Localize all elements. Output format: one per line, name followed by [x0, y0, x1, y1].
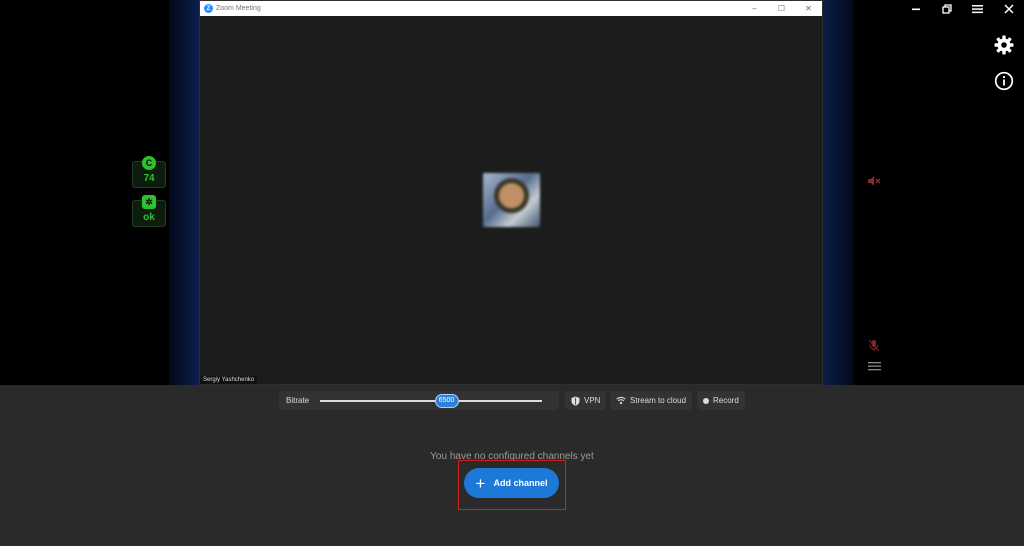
zoom-window-controls: – ☐ ✕ — [741, 4, 822, 13]
preview-border-right — [823, 0, 854, 385]
stream-to-cloud-button[interactable]: Stream to cloud — [610, 391, 693, 410]
bitrate-label: Bitrate — [286, 396, 310, 405]
cpu-value: 74 — [143, 173, 155, 184]
record-dot-icon — [703, 397, 709, 404]
list-menu-icon[interactable] — [866, 359, 882, 373]
info-icon[interactable] — [992, 69, 1016, 93]
add-channel-button[interactable]: + Add channel — [464, 468, 559, 498]
preview-border-left — [169, 0, 199, 385]
zoom-close-icon: ✕ — [805, 4, 812, 13]
network-icon: ✲ — [142, 195, 156, 209]
menu-icon[interactable] — [962, 0, 993, 18]
zoom-meeting-window: Z Zoom Meeting – ☐ ✕ Sergiy Yashchenko — [199, 0, 823, 385]
zoom-logo-icon: Z — [204, 4, 213, 13]
wifi-icon — [616, 397, 626, 405]
participant-name: Sergiy Yashchenko — [200, 376, 258, 384]
restore-icon[interactable] — [931, 0, 962, 18]
mic-muted-icon[interactable] — [866, 338, 882, 352]
network-value: ok — [143, 212, 155, 223]
stream-label: Stream to cloud — [630, 396, 687, 405]
zoom-titlebar: Z Zoom Meeting – ☐ ✕ — [200, 1, 822, 16]
participant-avatar — [483, 173, 540, 227]
zoom-title: Zoom Meeting — [216, 5, 261, 12]
video-preview: Z Zoom Meeting – ☐ ✕ Sergiy Yashchenko — [169, 0, 854, 385]
zoom-minimize-icon: – — [752, 4, 757, 13]
zoom-maximize-icon: ☐ — [777, 4, 786, 13]
plus-icon: + — [475, 473, 486, 493]
gear-icon[interactable] — [992, 33, 1016, 57]
shield-icon — [571, 396, 580, 406]
vpn-button[interactable]: VPN — [565, 391, 607, 410]
app-window: Z Zoom Meeting – ☐ ✕ Sergiy Yashchenko 7… — [0, 0, 1024, 546]
add-channel-label: Add channel — [493, 478, 548, 488]
vpn-label: VPN — [584, 396, 601, 405]
bitrate-slider-thumb[interactable]: 6500 — [434, 393, 459, 408]
record-button[interactable]: Record — [697, 391, 745, 410]
window-controls — [900, 0, 1024, 18]
bitrate-control: Bitrate 6500 — [279, 391, 559, 410]
minimize-icon[interactable] — [900, 0, 931, 18]
cpu-icon: C — [142, 156, 156, 170]
bitrate-slider[interactable]: 6500 — [320, 393, 542, 408]
record-label: Record — [713, 396, 739, 405]
speaker-muted-icon[interactable] — [866, 174, 882, 188]
close-icon[interactable] — [993, 0, 1024, 18]
